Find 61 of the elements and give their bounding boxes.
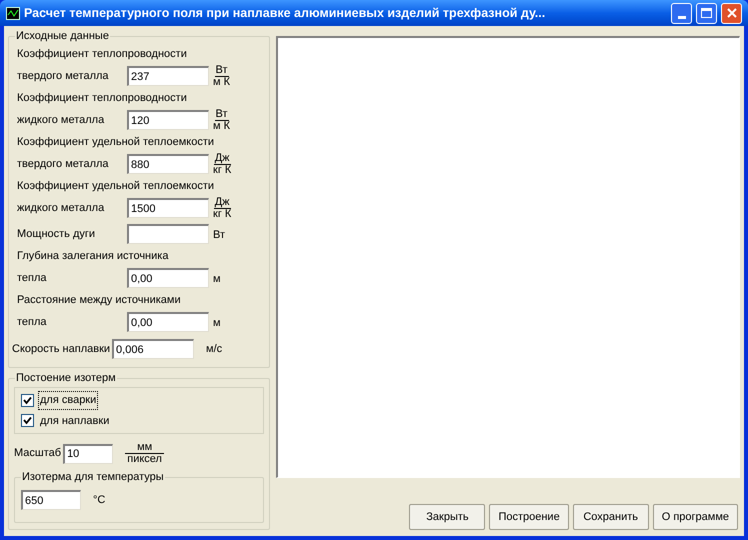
group-title: Изотерма для температуры [21, 470, 165, 484]
unit-numerator: мм [125, 442, 164, 454]
unit-denominator: м К [213, 120, 230, 132]
parameter-caption: Коэффициент теплопроводности [17, 47, 188, 62]
parameter-caption: Расстояние между источниками [17, 293, 182, 308]
parameter-caption: Коэффициент удельной теплоемкости [17, 135, 216, 150]
checkbox-label: для наплавки [39, 414, 110, 428]
unit-denominator: кг К [213, 164, 232, 176]
parameter-label: жидкого металла [17, 112, 106, 128]
checkbox-label: для сварки [39, 392, 98, 408]
window-title: Расчет температурного поля при наплавке алюминиевых изделий трехфазной ду... [24, 4, 546, 22]
parameter-label: Скорость наплавки [12, 342, 110, 357]
parameter-label: твердого металла [17, 156, 110, 172]
unit-numerator: Дж [214, 196, 231, 208]
dialog-button[interactable]: Построение [489, 504, 569, 530]
input-field[interactable]: 880 [127, 154, 209, 174]
parameter-label: жидкого металла [17, 200, 106, 216]
unit-label: м [213, 273, 221, 285]
parameter-caption: Глубина залегания источника [17, 249, 170, 264]
dialog-button[interactable]: Закрыть [409, 504, 486, 530]
unit-denominator: кг К [213, 208, 232, 220]
maximize-icon [701, 8, 712, 18]
check-icon [23, 396, 32, 405]
scale-label: Масштаб [14, 446, 62, 462]
input-field[interactable]: 0,00 [127, 312, 209, 332]
close-icon [726, 8, 736, 18]
input-field[interactable]: 0,006 [112, 339, 194, 359]
input-field[interactable]: 1500 [127, 198, 209, 218]
group-title: Постоение изотерм [15, 371, 117, 385]
parameter-caption: Коэффициент теплопроводности [17, 91, 188, 106]
group-title: Исходные данные [15, 29, 110, 43]
dialog-button[interactable]: Сохранить [572, 504, 649, 530]
maximize-button[interactable] [696, 2, 717, 24]
input-field[interactable]: 650 [21, 490, 81, 510]
checkbox[interactable] [21, 414, 34, 428]
dialog-button[interactable]: О программе [652, 504, 738, 530]
unit-label: м [213, 317, 221, 329]
unit-numerator: Вт [214, 64, 229, 76]
input-field[interactable]: 120 [127, 110, 209, 130]
parameter-label: тепла [17, 270, 48, 286]
unit-numerator: Вт [214, 108, 229, 120]
check-icon [23, 416, 32, 426]
chart-icon [6, 6, 20, 20]
unit-denominator: пиксел [127, 454, 162, 465]
parameter-caption: Коэффициент удельной теплоемкости [17, 179, 216, 194]
unit-label: °С [93, 492, 106, 508]
parameter-label: Мощность дуги [17, 226, 96, 242]
input-field[interactable]: 0,00 [127, 268, 209, 288]
unit-denominator: м К [213, 76, 230, 88]
input-field[interactable] [127, 224, 209, 244]
unit-label: м/с [206, 342, 222, 357]
parameter-label: тепла [17, 314, 48, 330]
unit-numerator: Дж [214, 152, 231, 164]
input-field[interactable]: 10 [63, 444, 114, 464]
parameter-label: твердого металла [17, 68, 110, 84]
minimize-icon [678, 16, 686, 18]
input-field[interactable]: 237 [127, 66, 209, 86]
unit-label: Вт [213, 229, 226, 241]
minimize-button[interactable] [671, 2, 692, 24]
checkbox[interactable] [21, 394, 34, 407]
close-button[interactable] [721, 2, 742, 24]
